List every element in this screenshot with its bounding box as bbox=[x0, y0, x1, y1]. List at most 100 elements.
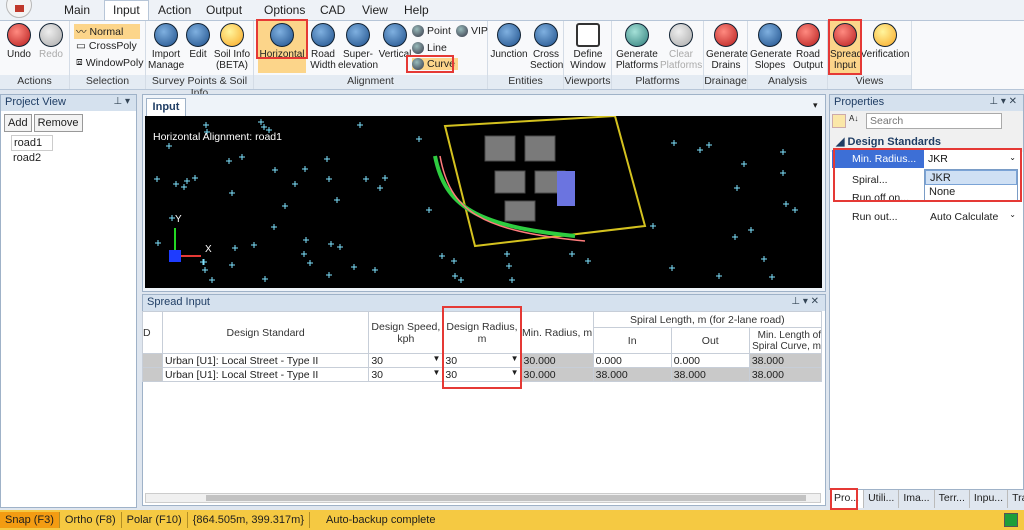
categorized-icon[interactable] bbox=[832, 114, 846, 128]
tab-input[interactable]: Inpu... bbox=[970, 490, 1009, 508]
cell-spiral-in[interactable]: 0.000 bbox=[592, 353, 672, 368]
edit-icon bbox=[186, 23, 210, 47]
ortho-toggle[interactable]: Ortho (F8) bbox=[60, 512, 122, 528]
survey-point-marker bbox=[734, 185, 740, 191]
superelevation-button[interactable]: Super-elevation bbox=[338, 23, 378, 71]
group-entities: Junction Cross Section Entities bbox=[488, 21, 564, 89]
cell-design-standard[interactable]: Urban [U1]: Local Street - Type II bbox=[162, 367, 370, 382]
cross-section-button[interactable]: Cross Section bbox=[530, 23, 563, 71]
cell-design-speed[interactable]: 30 ▼ bbox=[368, 367, 444, 382]
tab-terrain[interactable]: Terr... bbox=[935, 490, 970, 508]
soil-info-button[interactable]: Soil Info (BETA) bbox=[212, 23, 252, 71]
cell-design-speed[interactable]: 30 ▼ bbox=[368, 353, 444, 368]
windowpoly-icon: ⧈ bbox=[76, 56, 83, 68]
menu-tab-help[interactable]: Help bbox=[404, 3, 429, 17]
menu-tab-view[interactable]: View bbox=[362, 3, 388, 17]
menu-tab-main[interactable]: Main bbox=[64, 3, 90, 17]
add-button[interactable]: Add bbox=[4, 114, 32, 132]
project-item-road2[interactable]: road2 bbox=[11, 151, 53, 165]
cell-spiral-out[interactable]: 0.000 bbox=[670, 353, 750, 368]
group-survey: Import Manage Edit Soil Info (BETA) Survey… bbox=[146, 21, 254, 99]
menu-tab-output[interactable]: Output bbox=[206, 3, 242, 17]
survey-point-marker bbox=[780, 170, 786, 176]
menu-tab-input[interactable]: Input bbox=[104, 0, 149, 21]
survey-point-marker bbox=[326, 272, 332, 278]
cell-min-length: 38.000 bbox=[748, 353, 823, 368]
edit-button[interactable]: Edit bbox=[186, 23, 210, 60]
cell-spiral-in[interactable]: 38.000 bbox=[592, 367, 672, 382]
highlight-curve bbox=[406, 55, 454, 73]
snap-toggle[interactable]: Snap (F3) bbox=[0, 512, 60, 528]
road-output-icon bbox=[796, 23, 820, 47]
project-item-road1[interactable]: road1 bbox=[11, 135, 53, 151]
generate-platforms-icon bbox=[625, 23, 649, 47]
survey-point-marker bbox=[301, 251, 307, 257]
survey-points bbox=[154, 119, 798, 283]
menu-tab-cad[interactable]: CAD bbox=[320, 3, 345, 17]
tab-dropdown-icon[interactable]: ▾ bbox=[813, 100, 818, 111]
survey-point-marker bbox=[202, 267, 208, 273]
road-width-button[interactable]: Road Width bbox=[308, 23, 338, 71]
highlight-min-radius bbox=[833, 148, 1022, 202]
chevron-down-icon[interactable]: ⌄ bbox=[1009, 210, 1016, 219]
tab-images[interactable]: Ima... bbox=[899, 490, 935, 508]
generate-platforms-button[interactable]: Generate Platforms bbox=[614, 23, 660, 71]
group-label-actions: Actions bbox=[0, 75, 69, 89]
pin-icon[interactable]: ⊥ ▾ bbox=[113, 96, 130, 107]
tab-input[interactable]: Input bbox=[146, 98, 186, 116]
group-label-alignment: Alignment bbox=[254, 75, 487, 89]
polar-toggle[interactable]: Polar (F10) bbox=[122, 512, 188, 528]
menu-tab-action[interactable]: Action bbox=[158, 3, 191, 17]
search-input[interactable] bbox=[866, 113, 1002, 129]
svg-text:Y: Y bbox=[175, 214, 182, 225]
survey-point-marker bbox=[184, 178, 190, 184]
point-button[interactable]: Point bbox=[412, 25, 451, 37]
road-output-button[interactable]: Road Output bbox=[790, 23, 826, 71]
group-viewports: Define Window Viewports bbox=[564, 21, 612, 89]
survey-point-marker bbox=[748, 227, 754, 233]
group-label-views: Views bbox=[828, 75, 911, 89]
remove-button[interactable]: Remove bbox=[33, 114, 83, 132]
prop-run-out[interactable]: Run out... Auto Calculate ⌄ bbox=[832, 208, 1022, 226]
import-manage-button[interactable]: Import Manage bbox=[148, 23, 184, 71]
generate-slopes-icon bbox=[758, 23, 782, 47]
line-icon bbox=[412, 42, 424, 54]
generate-slopes-button[interactable]: Generate Slopes bbox=[750, 23, 792, 71]
tab-tracing[interactable]: Traci... bbox=[1008, 490, 1024, 508]
normal-select-button[interactable]: 〰 Normal bbox=[74, 24, 140, 39]
survey-point-marker bbox=[173, 181, 179, 187]
windowpoly-button[interactable]: ⧈ WindowPoly bbox=[76, 56, 143, 69]
cell-spiral-out[interactable]: 38.000 bbox=[670, 367, 750, 382]
menu-tab-options[interactable]: Options bbox=[264, 3, 305, 17]
line-button[interactable]: Line bbox=[412, 42, 447, 54]
clear-platforms-button[interactable]: Clear Platforms bbox=[660, 23, 702, 71]
cell-min-radius: 30.000 bbox=[520, 353, 594, 368]
survey-point-marker bbox=[292, 181, 298, 187]
vip-button[interactable]: VIP bbox=[456, 25, 488, 37]
svg-text:X: X bbox=[205, 244, 212, 255]
horizontal-scrollbar[interactable] bbox=[145, 493, 821, 503]
define-window-button[interactable]: Define Window bbox=[568, 23, 608, 71]
superelevation-icon bbox=[346, 23, 370, 47]
status-bar: Snap (F3) Ortho (F8) Polar (F10) {864.50… bbox=[0, 510, 1024, 530]
undo-button[interactable]: Undo bbox=[6, 23, 32, 60]
scrollbar-thumb[interactable] bbox=[206, 495, 806, 501]
tab-utilities[interactable]: Utili... bbox=[864, 490, 900, 508]
cad-viewport[interactable]: Horizontal Alignment: road1 Y X bbox=[145, 116, 822, 288]
clear-platforms-icon bbox=[669, 23, 693, 47]
junction-button[interactable]: Junction bbox=[490, 23, 528, 60]
generate-drains-button[interactable]: Generate Drains bbox=[706, 23, 748, 71]
sort-alpha-icon[interactable]: A↓ bbox=[849, 114, 863, 128]
close-icon[interactable]: ⊥ ▾ ✕ bbox=[989, 96, 1017, 107]
survey-point-marker bbox=[209, 277, 215, 283]
group-label-viewports: Viewports bbox=[564, 75, 611, 89]
verification-button[interactable]: Verification bbox=[860, 23, 910, 60]
axis-gizmo: Y X bbox=[169, 214, 212, 262]
redo-button[interactable]: Redo bbox=[38, 23, 64, 60]
app-menu-button[interactable] bbox=[6, 0, 32, 18]
dropdown-arrow-icon[interactable]: ▼ bbox=[432, 354, 440, 363]
dropdown-arrow-icon[interactable]: ▼ bbox=[432, 368, 440, 377]
crosspoly-button[interactable]: ▭ CrossPoly bbox=[76, 40, 137, 52]
cell-design-standard[interactable]: Urban [U1]: Local Street - Type II bbox=[162, 353, 370, 368]
close-icon[interactable]: ⊥ ▾ ✕ bbox=[791, 296, 819, 307]
